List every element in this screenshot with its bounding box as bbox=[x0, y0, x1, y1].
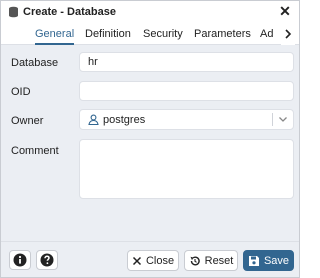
tab-security[interactable]: Security bbox=[143, 23, 183, 45]
reset-button-label: Reset bbox=[204, 254, 234, 267]
database-label: Database bbox=[11, 57, 59, 69]
owner-label: Owner bbox=[11, 115, 44, 127]
select-divider bbox=[272, 113, 273, 126]
chevron-right-icon[interactable] bbox=[281, 23, 295, 45]
help-button[interactable] bbox=[36, 250, 58, 270]
tab-definition[interactable]: Definition bbox=[85, 23, 131, 45]
info-icon bbox=[13, 253, 27, 267]
oid-label: OID bbox=[11, 86, 31, 98]
tab-bar: General Definition Security Parameters A… bbox=[1, 23, 299, 45]
dialog-title: Create - Database bbox=[23, 6, 116, 18]
help-icon bbox=[40, 253, 54, 267]
save-button[interactable]: Save bbox=[243, 250, 294, 271]
dialog-titlebar: Create - Database ✕ bbox=[1, 1, 299, 23]
create-database-dialog: Create - Database ✕ General Definition S… bbox=[0, 0, 300, 278]
info-button[interactable] bbox=[9, 250, 31, 270]
save-icon bbox=[248, 255, 259, 266]
tab-advanced[interactable]: Ad bbox=[260, 23, 273, 45]
close-button-label: Close bbox=[145, 254, 175, 267]
reset-button[interactable]: Reset bbox=[184, 250, 238, 271]
database-icon bbox=[7, 6, 19, 18]
user-icon bbox=[88, 114, 99, 125]
save-button-label: Save bbox=[263, 254, 290, 267]
close-icon bbox=[132, 256, 141, 265]
tab-general[interactable]: General bbox=[35, 23, 75, 45]
reset-icon bbox=[190, 256, 200, 266]
oid-input[interactable] bbox=[79, 81, 294, 101]
chevron-down-icon[interactable] bbox=[278, 114, 288, 124]
comment-textarea[interactable] bbox=[79, 139, 294, 199]
close-button[interactable]: Close bbox=[127, 250, 179, 271]
close-icon[interactable]: ✕ bbox=[277, 3, 293, 19]
owner-value: postgres bbox=[103, 113, 146, 126]
owner-select[interactable]: postgres bbox=[79, 109, 294, 130]
database-name-input[interactable] bbox=[79, 52, 294, 72]
comment-label: Comment bbox=[11, 145, 59, 157]
dialog-footer: Close Reset Save bbox=[1, 241, 299, 277]
tab-parameters[interactable]: Parameters bbox=[194, 23, 251, 45]
